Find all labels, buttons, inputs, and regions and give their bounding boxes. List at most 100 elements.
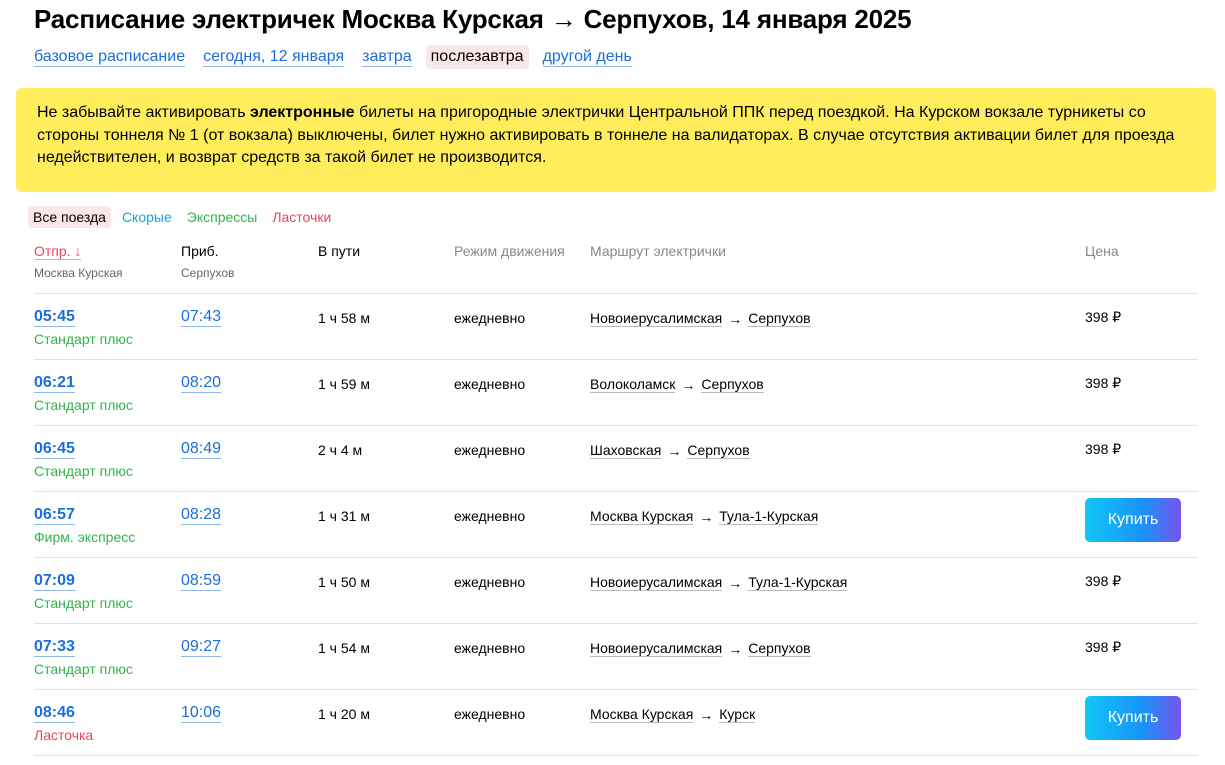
departure-time-link[interactable]: 06:57 — [34, 506, 75, 525]
route-to-station[interactable]: Тула-1-Курская — [719, 508, 819, 525]
day-links: базовое расписание сегодня, 12 января за… — [34, 44, 650, 70]
route-from-station[interactable]: Новоиерусалимская — [590, 310, 723, 327]
page-title: Расписание электричек Москва Курская → С… — [34, 4, 912, 34]
route-from-station[interactable]: Москва Курская — [590, 706, 694, 723]
filter-fast[interactable]: Скорые — [122, 209, 172, 225]
route-arrow-icon: → — [728, 640, 743, 657]
arrival-time-link[interactable]: 08:59 — [181, 572, 222, 591]
route-to-station[interactable]: Серпухов — [687, 442, 750, 459]
price-header-label: Цена — [1085, 243, 1119, 259]
arrival-time-link[interactable]: 08:28 — [181, 506, 222, 525]
route-arrow-icon: → — [699, 706, 714, 723]
route-to-station[interactable]: Серпухов — [748, 640, 811, 657]
route-to-station[interactable]: Серпухов — [701, 376, 764, 393]
filter-all-trains[interactable]: Все поезда — [28, 206, 111, 228]
train-route: Шаховская → Серпухов — [590, 442, 750, 459]
departure-time-link[interactable]: 06:21 — [34, 374, 75, 393]
route-to-station[interactable]: Серпухов — [748, 310, 811, 327]
day-link-today[interactable]: сегодня, 12 января — [203, 48, 345, 67]
departure-station-label: Москва Курская — [34, 266, 123, 280]
train-type-label: Стандарт плюс — [34, 661, 133, 677]
day-link-day-after-tomorrow[interactable]: послезавтра — [425, 45, 529, 69]
route-from-station[interactable]: Волоколамск — [590, 376, 676, 393]
notice-text-bold: электронные — [250, 104, 355, 121]
route-arrow-icon: → — [667, 442, 682, 459]
arrival-time-link[interactable]: 08:49 — [181, 440, 222, 459]
duration-header-label: В пути — [318, 243, 361, 259]
column-duration: В пути — [318, 242, 360, 260]
sort-departure-link[interactable]: Отпр. ↓ — [34, 243, 82, 260]
train-type-label: Стандарт плюс — [34, 331, 133, 347]
ticket-price: 398 ₽ — [1085, 309, 1122, 325]
table-row: 07:09 Стандарт плюс 08:59 1 ч 50 м ежедневно… — [34, 557, 1198, 624]
route-to-station[interactable]: Тула-1-Курская — [748, 574, 848, 591]
travel-duration: 2 ч 4 м — [318, 442, 363, 458]
filter-express[interactable]: Экспрессы — [187, 209, 258, 225]
ticket-price: 398 ₽ — [1085, 375, 1122, 391]
departure-time-link[interactable]: 06:45 — [34, 440, 75, 459]
arrival-time-link[interactable]: 09:27 — [181, 638, 222, 657]
column-arrival: Приб. Серпухов — [181, 242, 234, 280]
running-mode: ежедневно — [454, 376, 526, 392]
ticket-price: 398 ₽ — [1085, 441, 1122, 457]
departure-time-link[interactable]: 07:33 — [34, 638, 75, 657]
column-mode: Режим движения — [454, 242, 565, 260]
running-mode: ежедневно — [454, 640, 526, 656]
route-to-station[interactable]: Курск — [719, 706, 756, 723]
running-mode: ежедневно — [454, 574, 526, 590]
column-route: Маршрут электрички — [590, 242, 726, 260]
route-from-station[interactable]: Шаховская — [590, 442, 662, 459]
table-row: 06:45 Стандарт плюс 08:49 2 ч 4 м ежедневно Ш… — [34, 425, 1198, 492]
departure-time-link[interactable]: 08:46 — [34, 704, 75, 723]
route-from-station[interactable]: Новоиерусалимская — [590, 640, 723, 657]
travel-duration: 1 ч 54 м — [318, 640, 370, 656]
day-link-tomorrow[interactable]: завтра — [362, 48, 412, 67]
sort-arrow-icon: ↓ — [74, 243, 82, 259]
route-from-station[interactable]: Новоиерусалимская — [590, 574, 723, 591]
arrival-time-link[interactable]: 07:43 — [181, 308, 222, 327]
train-route: Москва Курская → Курск — [590, 706, 756, 723]
ticket-price: 398 ₽ — [1085, 573, 1122, 589]
column-departure: Отпр. ↓ Москва Курская — [34, 242, 123, 280]
route-arrow-icon: → — [699, 508, 714, 525]
column-price: Цена — [1085, 242, 1119, 260]
train-filters: Все поезда Скорые Экспрессы Ласточки — [28, 205, 346, 229]
departure-time-link[interactable]: 07:09 — [34, 572, 75, 591]
arrival-header-label: Приб. — [181, 243, 219, 259]
table-row: 08:46 Ласточка 10:06 1 ч 20 м ежедневно Москв… — [34, 689, 1198, 756]
travel-duration: 1 ч 20 м — [318, 706, 370, 722]
day-link-base[interactable]: базовое расписание — [34, 48, 186, 67]
running-mode: ежедневно — [454, 442, 526, 458]
running-mode: ежедневно — [454, 706, 526, 722]
train-route: Новоиерусалимская → Тула-1-Курская — [590, 574, 848, 591]
table-row: 05:45 Стандарт плюс 07:43 1 ч 58 м ежедневно… — [34, 293, 1198, 360]
route-arrow-icon: → — [728, 574, 743, 591]
train-type-label: Стандарт плюс — [34, 595, 133, 611]
route-from-station[interactable]: Москва Курская — [590, 508, 694, 525]
ticket-notice: Не забывайте активировать электронные би… — [16, 88, 1216, 192]
filter-lastochka[interactable]: Ласточки — [272, 209, 331, 225]
departure-header-label: Отпр. — [34, 243, 71, 259]
mode-header-label: Режим движения — [454, 243, 565, 259]
train-type-label: Стандарт плюс — [34, 397, 133, 413]
train-route: Волоколамск → Серпухов — [590, 376, 764, 393]
travel-duration: 1 ч 50 м — [318, 574, 370, 590]
travel-duration: 1 ч 31 м — [318, 508, 370, 524]
table-row: 06:57 Фирм. экспресс 08:28 1 ч 31 м ежедневн… — [34, 491, 1198, 558]
arrival-time-link[interactable]: 08:20 — [181, 374, 222, 393]
travel-duration: 1 ч 58 м — [318, 310, 370, 326]
train-route: Москва Курская → Тула-1-Курская — [590, 508, 819, 525]
train-type-label: Стандарт плюс — [34, 463, 133, 479]
running-mode: ежедневно — [454, 310, 526, 326]
route-header-label: Маршрут электрички — [590, 243, 726, 259]
departure-time-link[interactable]: 05:45 — [34, 308, 75, 327]
day-link-other-day[interactable]: другой день — [542, 48, 632, 67]
buy-ticket-button[interactable]: Купить — [1085, 498, 1181, 542]
buy-ticket-button[interactable]: Купить — [1085, 696, 1181, 740]
train-route: Новоиерусалимская → Серпухов — [590, 640, 811, 657]
table-row: 06:21 Стандарт плюс 08:20 1 ч 59 м ежедневно… — [34, 359, 1198, 426]
arrival-station-label: Серпухов — [181, 266, 235, 280]
train-type-label: Фирм. экспресс — [34, 529, 136, 545]
train-type-label: Ласточка — [34, 727, 94, 743]
arrival-time-link[interactable]: 10:06 — [181, 704, 222, 723]
